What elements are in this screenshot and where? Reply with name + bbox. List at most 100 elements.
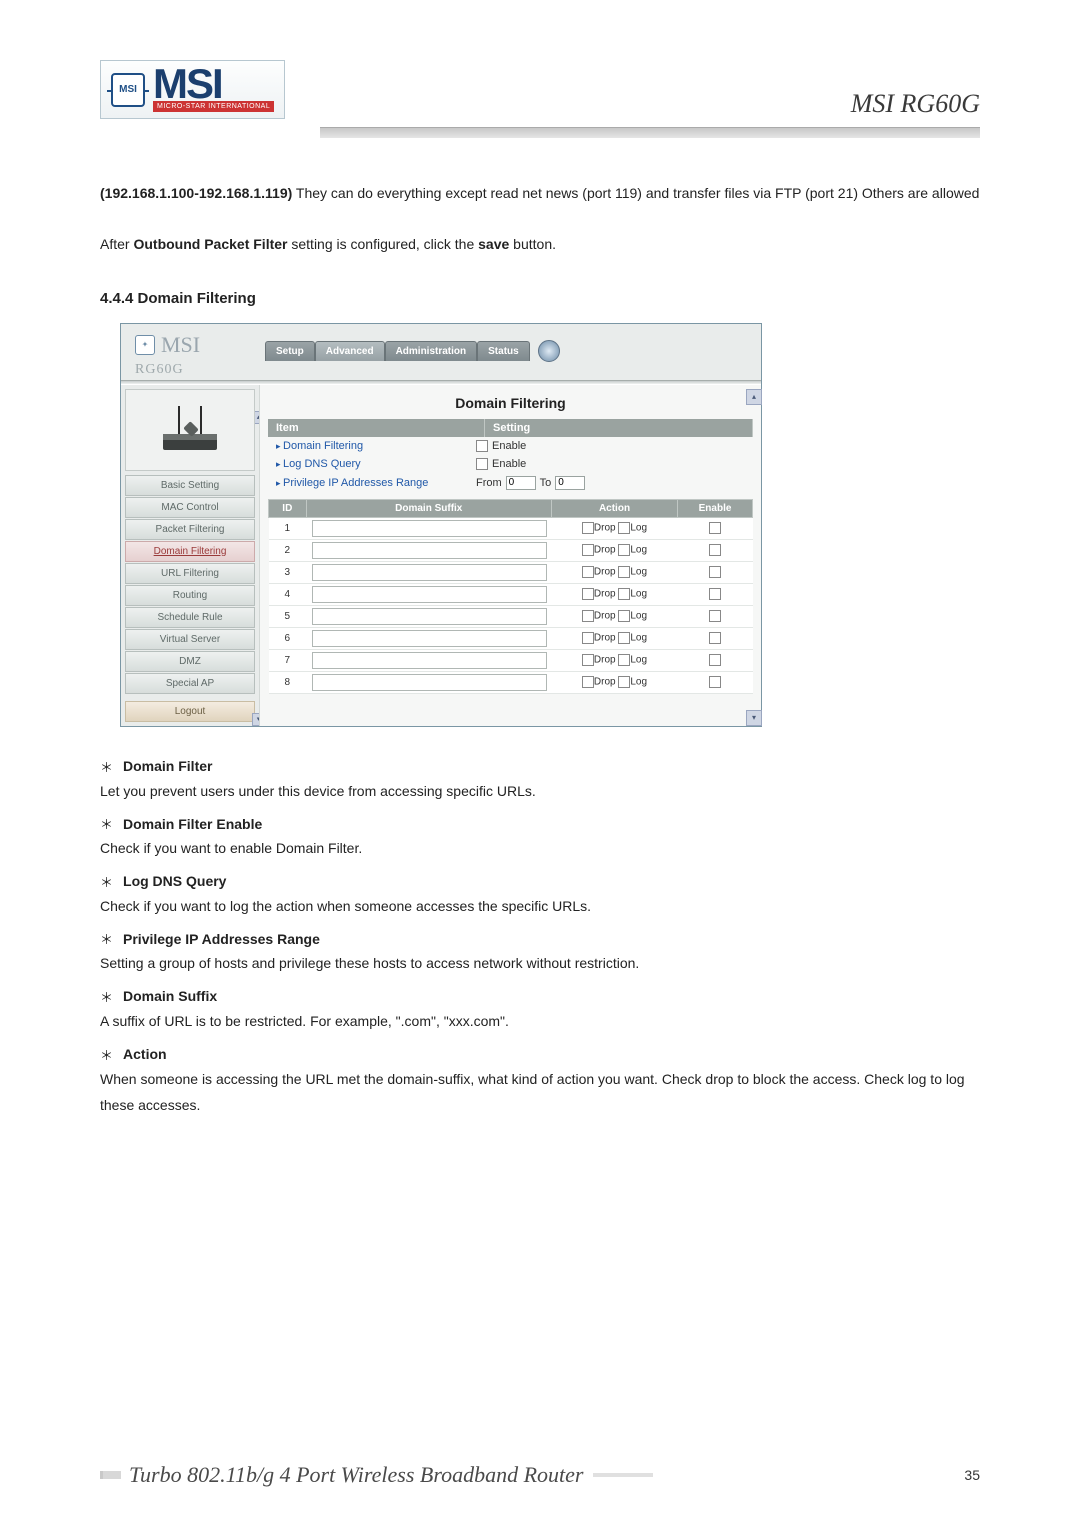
log-checkbox[interactable] bbox=[618, 610, 630, 622]
log-checkbox[interactable] bbox=[618, 544, 630, 556]
brand-badge-text: MSI bbox=[119, 84, 137, 95]
intro-paragraph-2: After Outbound Packet Filter setting is … bbox=[100, 229, 980, 260]
ip-range: (192.168.1.100-192.168.1.119) bbox=[100, 185, 292, 201]
log-checkbox[interactable] bbox=[618, 588, 630, 600]
domain-suffix-input[interactable] bbox=[312, 652, 547, 669]
log-checkbox[interactable] bbox=[618, 676, 630, 688]
range-from-label: From bbox=[476, 477, 502, 489]
log-label: Log bbox=[630, 677, 647, 688]
logout-button[interactable]: Logout bbox=[125, 701, 255, 722]
log-label: Log bbox=[630, 611, 647, 622]
sidebar-item-domain-filtering[interactable]: Domain Filtering bbox=[125, 541, 255, 562]
rules-row: 4Drop Log bbox=[269, 583, 753, 605]
sidebar-item-virtual-server[interactable]: Virtual Server bbox=[125, 629, 255, 650]
definition-desc: Let you prevent users under this device … bbox=[100, 778, 980, 805]
rule-id: 6 bbox=[269, 627, 307, 649]
rule-id: 5 bbox=[269, 605, 307, 627]
asterisk-icon: ＊ bbox=[100, 929, 113, 948]
log-label: Log bbox=[630, 545, 647, 556]
footer-title: Turbo 802.11b/g 4 Port Wireless Broadban… bbox=[129, 1462, 583, 1488]
range-to-input[interactable] bbox=[555, 476, 585, 490]
drop-checkbox[interactable] bbox=[582, 544, 594, 556]
footer-bar: Turbo 802.11b/g 4 Port Wireless Broadban… bbox=[100, 1462, 653, 1488]
router-brand-text: MSI bbox=[161, 332, 200, 358]
rule-enable-checkbox[interactable] bbox=[709, 588, 721, 600]
sidebar-item-basic-setting[interactable]: Basic Setting bbox=[125, 475, 255, 496]
rule-enable-checkbox[interactable] bbox=[709, 522, 721, 534]
rule-action-cell: Drop Log bbox=[551, 605, 677, 627]
section-heading: 4.4.4 Domain Filtering bbox=[100, 290, 980, 307]
rule-enable-checkbox[interactable] bbox=[709, 632, 721, 644]
definition-desc: A suffix of URL is to be restricted. For… bbox=[100, 1008, 980, 1035]
rule-id: 3 bbox=[269, 561, 307, 583]
definition-term-row: ＊Domain Suffix bbox=[100, 987, 980, 1006]
asterisk-icon: ＊ bbox=[100, 872, 113, 891]
tab-administration[interactable]: Administration bbox=[385, 341, 478, 361]
panel-title: Domain Filtering bbox=[268, 391, 753, 419]
drop-label: Drop bbox=[594, 545, 618, 556]
drop-checkbox[interactable] bbox=[582, 632, 594, 644]
definition-term-row: ＊ Privilege IP Addresses Range bbox=[100, 929, 980, 948]
enable-label: Enable bbox=[492, 440, 526, 452]
drop-checkbox[interactable] bbox=[582, 566, 594, 578]
sidebar-item-schedule-rule[interactable]: Schedule Rule bbox=[125, 607, 255, 628]
rule-enable-checkbox[interactable] bbox=[709, 544, 721, 556]
rules-header-id: ID bbox=[269, 499, 307, 517]
page-number: 35 bbox=[964, 1467, 980, 1483]
tab-advanced[interactable]: Advanced bbox=[315, 341, 385, 361]
log-checkbox[interactable] bbox=[618, 522, 630, 534]
definition-desc: Setting a group of hosts and privilege t… bbox=[100, 950, 980, 977]
drop-label: Drop bbox=[594, 567, 618, 578]
log-label: Log bbox=[630, 655, 647, 666]
enable-checkbox[interactable] bbox=[476, 458, 488, 470]
domain-suffix-input[interactable] bbox=[312, 586, 547, 603]
main-scroll-down-icon[interactable]: ▾ bbox=[746, 710, 762, 726]
drop-checkbox[interactable] bbox=[582, 588, 594, 600]
domain-suffix-input[interactable] bbox=[312, 630, 547, 647]
tab-setup[interactable]: Setup bbox=[265, 341, 315, 361]
rule-enable-checkbox[interactable] bbox=[709, 676, 721, 688]
tab-status[interactable]: Status bbox=[477, 341, 530, 361]
log-checkbox[interactable] bbox=[618, 654, 630, 666]
setting-label: Privilege IP Addresses Range bbox=[276, 477, 472, 489]
drop-checkbox[interactable] bbox=[582, 654, 594, 666]
rule-enable-checkbox[interactable] bbox=[709, 566, 721, 578]
drop-label: Drop bbox=[594, 611, 618, 622]
router-device-icon bbox=[155, 400, 225, 460]
sidebar-item-url-filtering[interactable]: URL Filtering bbox=[125, 563, 255, 584]
drop-checkbox[interactable] bbox=[582, 610, 594, 622]
range-from-input[interactable] bbox=[506, 476, 536, 490]
globe-icon[interactable] bbox=[538, 340, 560, 362]
domain-suffix-input[interactable] bbox=[312, 520, 547, 537]
drop-checkbox[interactable] bbox=[582, 676, 594, 688]
rules-row: 1Drop Log bbox=[269, 517, 753, 539]
enable-checkbox[interactable] bbox=[476, 440, 488, 452]
sidebar-item-dmz[interactable]: DMZ bbox=[125, 651, 255, 672]
domain-suffix-input[interactable] bbox=[312, 542, 547, 559]
rule-id: 8 bbox=[269, 671, 307, 693]
rule-action-cell: Drop Log bbox=[551, 649, 677, 671]
setting-label: Domain Filtering bbox=[276, 440, 472, 452]
domain-suffix-input[interactable] bbox=[312, 564, 547, 581]
drop-checkbox[interactable] bbox=[582, 522, 594, 534]
rule-enable-checkbox[interactable] bbox=[709, 610, 721, 622]
asterisk-icon: ＊ bbox=[100, 757, 113, 776]
rule-action-cell: Drop Log bbox=[551, 517, 677, 539]
router-sidebar: Basic SettingMAC ControlPacket Filtering… bbox=[121, 385, 259, 726]
domain-suffix-input[interactable] bbox=[312, 608, 547, 625]
domain-suffix-input[interactable] bbox=[312, 674, 547, 691]
definition-term: Privilege IP Addresses Range bbox=[123, 931, 320, 947]
main-scroll-up-icon[interactable]: ▴ bbox=[746, 389, 762, 405]
brand-badge-icon: MSI bbox=[111, 73, 145, 107]
sidebar-item-mac-control[interactable]: MAC Control bbox=[125, 497, 255, 518]
intro-paragraph-1: (192.168.1.100-192.168.1.119) They can d… bbox=[100, 178, 980, 209]
sidebar-item-routing[interactable]: Routing bbox=[125, 585, 255, 606]
rule-enable-checkbox[interactable] bbox=[709, 654, 721, 666]
sidebar-item-packet-filtering[interactable]: Packet Filtering bbox=[125, 519, 255, 540]
definition-term: Domain Suffix bbox=[123, 988, 217, 1004]
log-checkbox[interactable] bbox=[618, 632, 630, 644]
sidebar-item-special-ap[interactable]: Special AP bbox=[125, 673, 255, 694]
router-brand: ✦ MSI bbox=[135, 332, 200, 358]
drop-label: Drop bbox=[594, 677, 618, 688]
log-checkbox[interactable] bbox=[618, 566, 630, 578]
